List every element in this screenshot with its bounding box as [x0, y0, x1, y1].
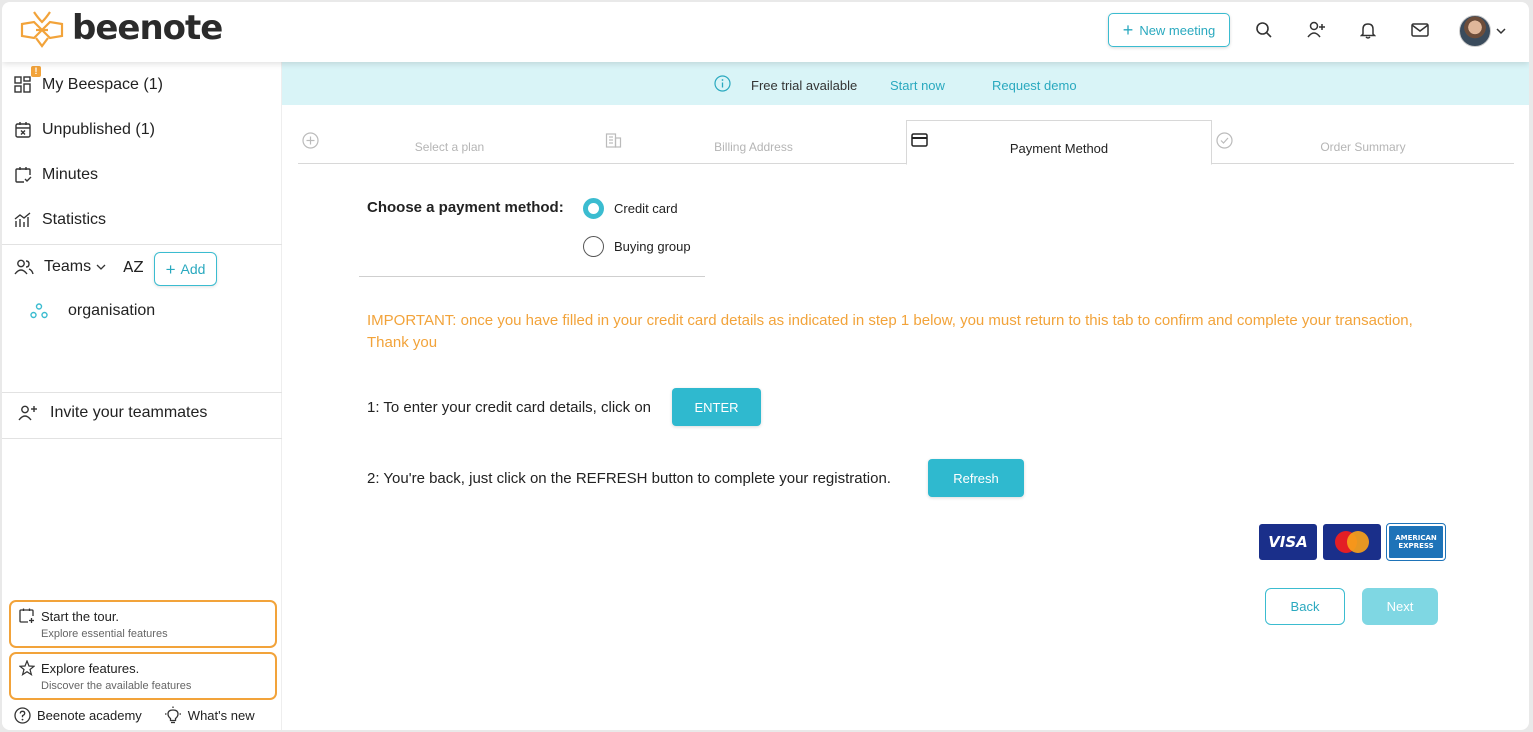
info-icon — [714, 75, 731, 92]
beenote-logo[interactable]: beenote — [18, 8, 223, 48]
start-tour-card[interactable]: Start the tour. Explore essential featur… — [9, 600, 277, 648]
start-now-link[interactable]: Start now — [890, 78, 945, 93]
checkout-steps: Select a plan Billing Address Payment Me… — [298, 120, 1514, 165]
visa-logo: VISA — [1259, 524, 1317, 560]
important-notice: IMPORTANT: once you have filled in your … — [367, 312, 1413, 351]
sidebar-footer: Beenote academy What's new — [14, 706, 255, 724]
radio-credit-card[interactable]: Credit card — [583, 198, 678, 219]
mail-icon[interactable] — [1409, 19, 1431, 41]
features-title: Explore features. — [41, 660, 140, 676]
sidebar-item-statistics[interactable]: Statistics — [14, 211, 106, 229]
team-item-organisation[interactable]: organisation — [30, 302, 155, 320]
sidebar-item-unpublished[interactable]: Unpublished (1) — [14, 121, 155, 139]
explore-features-card[interactable]: Explore features. Discover the available… — [9, 652, 277, 700]
step1-text: 1: To enter your credit card details, cl… — [367, 399, 652, 416]
invite-label: Invite your teammates — [50, 404, 208, 421]
payment-divider — [359, 276, 705, 277]
sidebar-item-minutes[interactable]: Minutes — [14, 166, 98, 184]
sidebar-item-label: My Beespace (1) — [42, 76, 163, 93]
new-meeting-label: New meeting — [1139, 22, 1216, 38]
lightbulb-icon — [164, 706, 181, 724]
next-button[interactable]: Next — [1362, 588, 1438, 625]
users-icon — [14, 259, 34, 275]
teams-header[interactable]: Teams AZ — [14, 258, 144, 276]
add-user-icon — [18, 405, 37, 421]
whats-new-label: What's new — [187, 707, 255, 723]
amex-logo: AMERICAN EXPRESS — [1386, 523, 1446, 561]
step-payment-method[interactable]: Payment Method — [906, 120, 1212, 165]
sidebar-divider — [2, 244, 282, 245]
chevron-down-icon[interactable] — [95, 262, 107, 272]
enter-button[interactable]: ENTER — [672, 388, 761, 426]
sidebar-item-label: Minutes — [42, 166, 99, 183]
radio-button-selected[interactable] — [583, 198, 604, 219]
plus-icon: + — [165, 259, 176, 279]
add-user-icon[interactable] — [1305, 19, 1327, 41]
academy-label: Beenote academy — [37, 707, 142, 723]
step-label: Order Summary — [1320, 140, 1406, 154]
sidebar-divider — [2, 392, 282, 393]
sidebar: ! My Beespace (1) Unpublished (1) Minute… — [2, 62, 282, 730]
radio-label: Buying group — [614, 239, 691, 254]
star-icon — [19, 660, 35, 676]
user-avatar[interactable] — [1459, 15, 1491, 47]
sidebar-divider — [2, 438, 282, 439]
features-subtitle: Discover the available features — [41, 680, 192, 692]
free-trial-banner: Free trial available Start now Request d… — [282, 62, 1529, 105]
help-icon — [14, 706, 31, 724]
organisation-label: organisation — [68, 302, 156, 319]
bee-logo-icon — [20, 11, 64, 48]
calendar-plus-icon — [19, 608, 34, 623]
request-demo-link[interactable]: Request demo — [992, 78, 1077, 93]
step2-text: 2: You're back, just click on the REFRES… — [367, 470, 891, 487]
calendar-check-icon — [15, 167, 32, 183]
mastercard-logo — [1323, 524, 1381, 560]
new-meeting-button[interactable]: + New meeting — [1108, 13, 1230, 47]
add-label: Add — [180, 261, 206, 277]
bell-icon[interactable] — [1357, 19, 1379, 41]
dashboard-icon — [14, 76, 31, 93]
sidebar-item-my-beespace[interactable]: My Beespace (1) — [14, 76, 163, 94]
step-select-plan[interactable]: Select a plan — [298, 120, 601, 164]
step-billing-address[interactable]: Billing Address — [601, 120, 906, 164]
refresh-button[interactable]: Refresh — [928, 459, 1024, 497]
organisation-icon — [30, 303, 48, 319]
tour-title: Start the tour. — [41, 608, 120, 624]
calendar-x-icon — [15, 122, 31, 138]
top-header: beenote + New meeting — [2, 2, 1529, 62]
add-team-button[interactable]: + Add — [154, 252, 217, 286]
invite-teammates-link[interactable]: Invite your teammates — [18, 404, 207, 422]
radio-buying-group[interactable]: Buying group — [583, 236, 691, 257]
tour-subtitle: Explore essential features — [41, 628, 168, 640]
plus-icon: + — [1122, 20, 1134, 40]
step-order-summary[interactable]: Order Summary — [1212, 120, 1514, 164]
step-label: Payment Method — [1009, 141, 1109, 156]
step-label: Billing Address — [714, 140, 793, 154]
step-label: Select a plan — [414, 140, 485, 154]
beenote-academy-link[interactable]: Beenote academy — [14, 706, 142, 724]
whats-new-link[interactable]: What's new — [164, 706, 255, 724]
logo-text: beenote — [72, 8, 223, 48]
app-window: beenote + New meeting ! My Beespace (1) — [2, 2, 1529, 730]
back-button[interactable]: Back — [1265, 588, 1345, 625]
radio-label: Credit card — [614, 201, 678, 216]
chevron-down-icon[interactable] — [1495, 23, 1507, 41]
sidebar-item-label: Unpublished (1) — [42, 121, 155, 138]
sort-az-icon[interactable]: AZ — [123, 258, 144, 276]
sidebar-item-label: Statistics — [42, 211, 107, 228]
payment-method-label: Choose a payment method: — [367, 199, 564, 216]
search-icon[interactable] — [1253, 19, 1275, 41]
chart-icon — [14, 212, 31, 227]
banner-text: Free trial available — [751, 78, 858, 93]
teams-label: Teams — [44, 258, 92, 275]
radio-button[interactable] — [583, 236, 604, 257]
